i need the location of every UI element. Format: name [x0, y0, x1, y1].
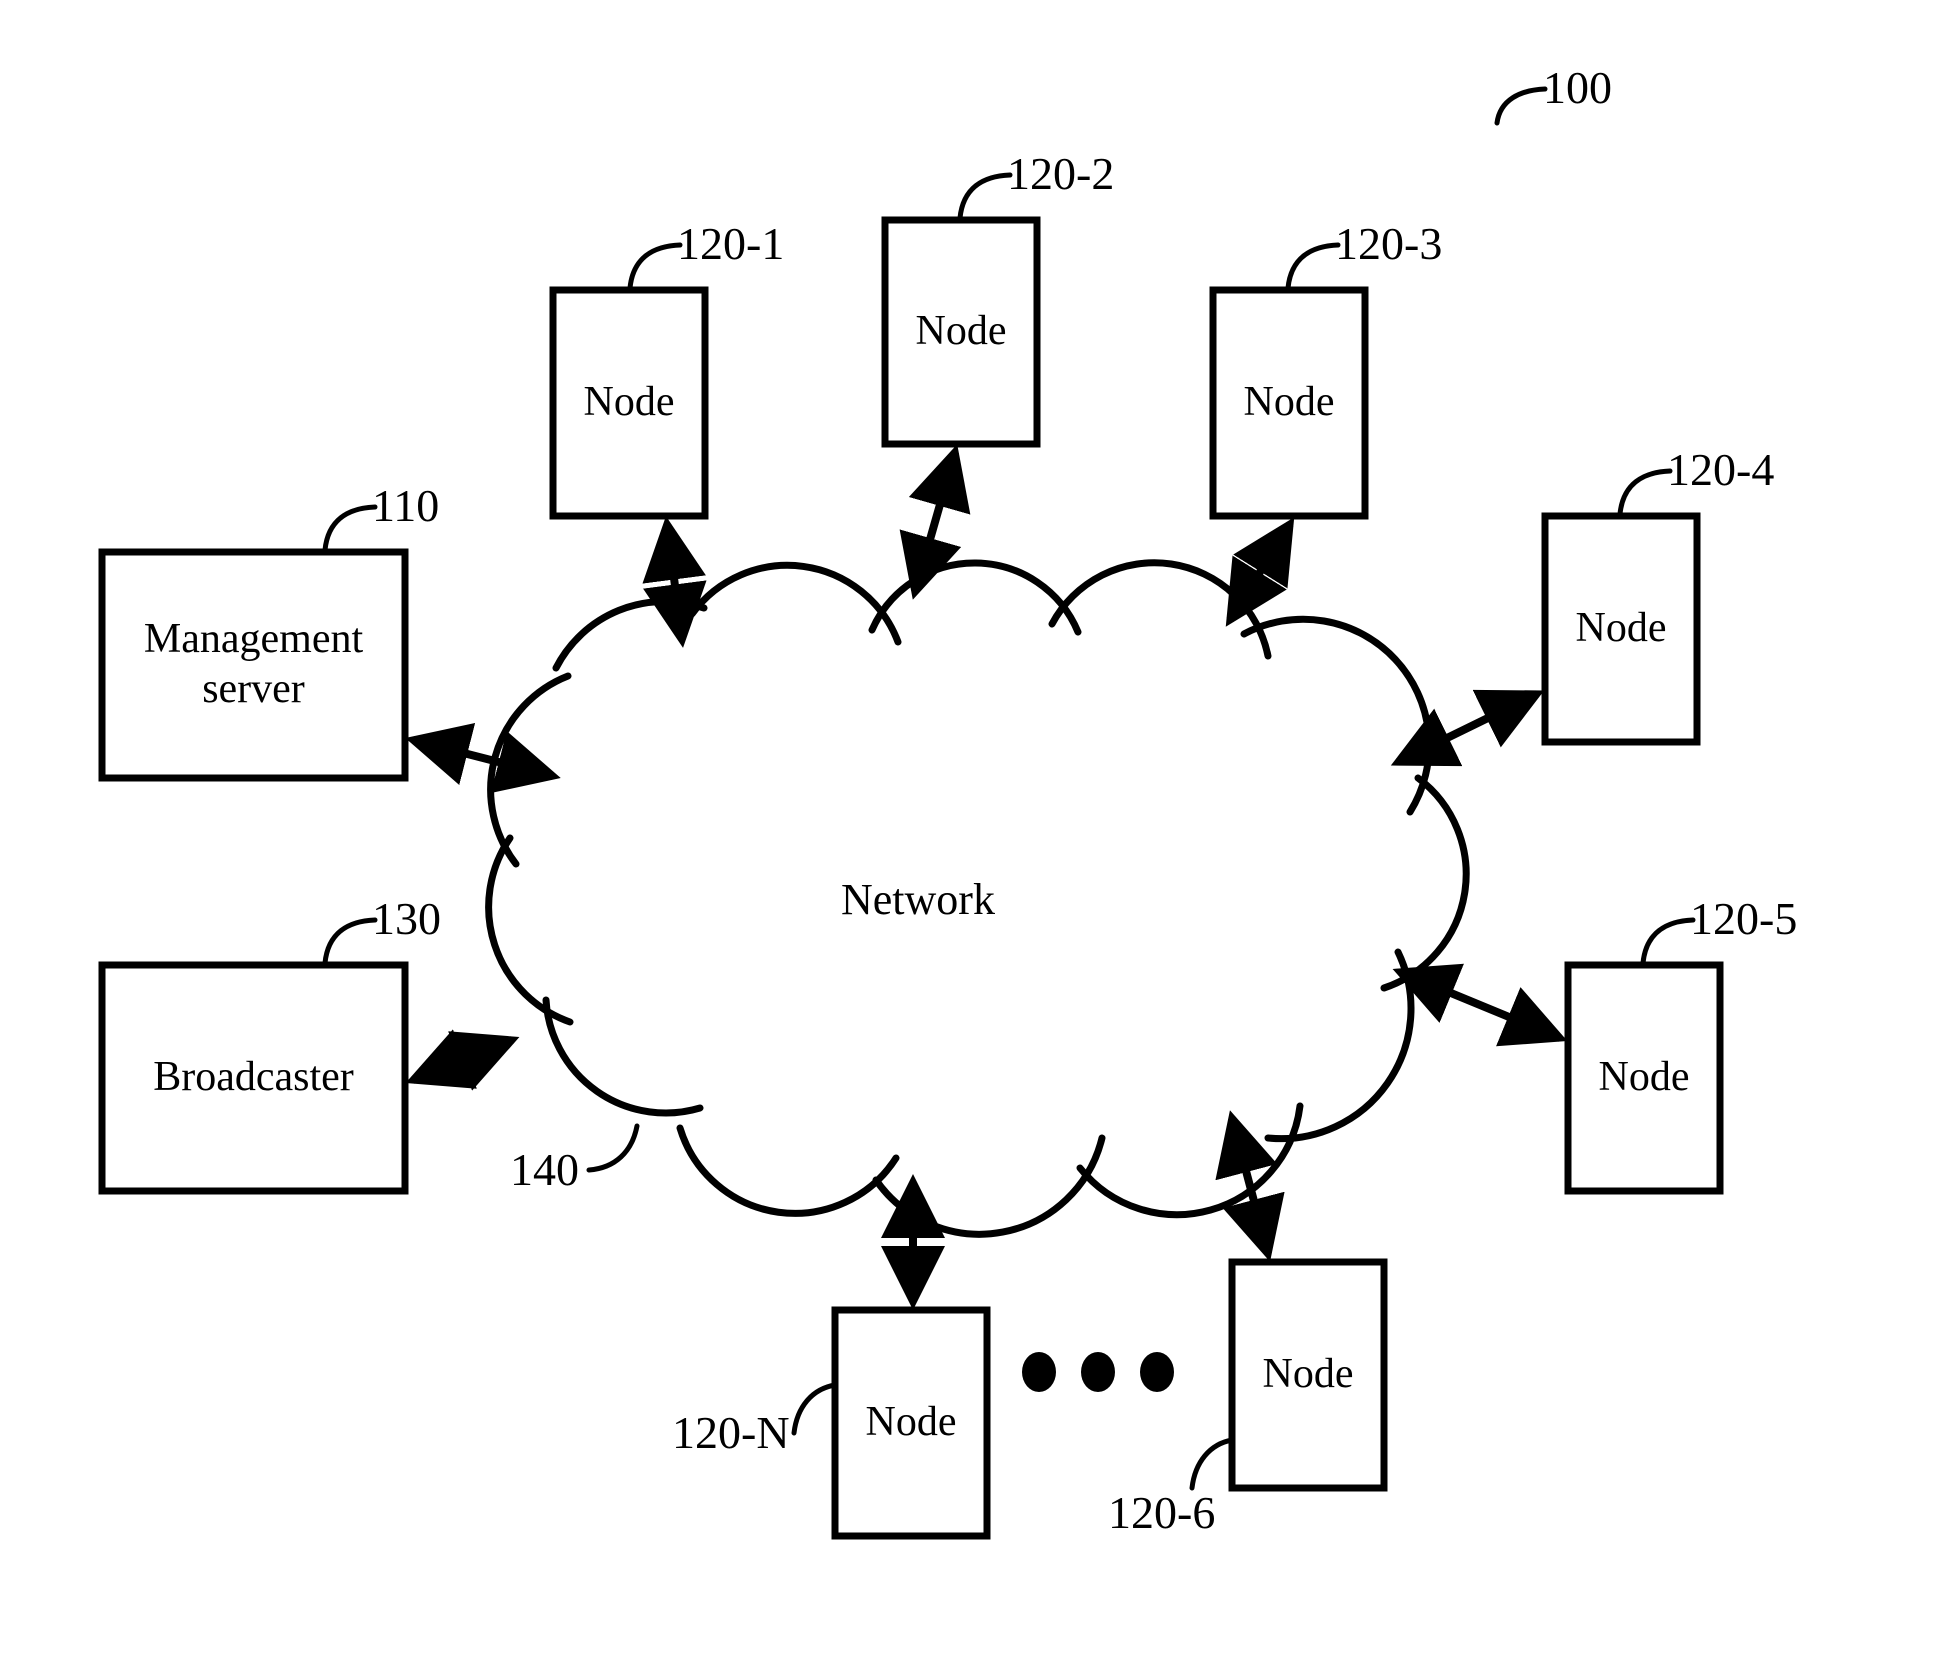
- leader-120-n: [791, 1382, 838, 1436]
- node-3-box[interactable]: [1209, 286, 1369, 520]
- reference-numeral-130: 130: [372, 893, 441, 944]
- leader-120-6: [1189, 1437, 1235, 1491]
- arrow-node-5-network: [1392, 963, 1568, 1047]
- ellipsis-dot: [1140, 1352, 1174, 1392]
- leader-120-4: [1617, 468, 1673, 517]
- node-1-box[interactable]: [549, 286, 709, 520]
- ellipsis-dots: [1022, 1352, 1174, 1392]
- ellipsis-dot: [1081, 1352, 1115, 1392]
- leader-140: [586, 1123, 640, 1173]
- ellipsis-dot: [1022, 1352, 1056, 1392]
- reference-numeral-140: 140: [510, 1144, 579, 1195]
- reference-numeral-120-n: 120-N: [672, 1407, 790, 1458]
- leader-130: [322, 917, 378, 966]
- reference-numeral-120-2: 120-2: [1007, 148, 1115, 199]
- leader-120-5: [1640, 917, 1696, 966]
- broadcaster-box[interactable]: [98, 961, 409, 1195]
- reference-numeral-120-5: 120-5: [1690, 893, 1798, 944]
- node-2-box[interactable]: [881, 216, 1041, 448]
- reference-numeral-120-4: 120-4: [1667, 444, 1775, 495]
- reference-numeral-110: 110: [372, 480, 440, 531]
- arrow-broadcaster-network: [405, 1029, 520, 1091]
- leader-120-3: [1285, 242, 1341, 291]
- node-5-box[interactable]: [1564, 961, 1724, 1195]
- leader-system-100: [1494, 86, 1548, 126]
- leader-120-2: [957, 172, 1013, 221]
- leader-120-1: [627, 242, 683, 291]
- diagram-canvas: [98, 86, 1724, 1540]
- leader-110: [322, 504, 378, 553]
- network-cloud-label: Network: [841, 875, 995, 924]
- reference-numeral-120-1: 120-1: [677, 218, 785, 269]
- patent-figure: Network Management server Broadcaster No…: [0, 0, 1944, 1662]
- reference-numeral-120-3: 120-3: [1335, 218, 1443, 269]
- reference-numeral-100: 100: [1543, 62, 1612, 113]
- management-server-box[interactable]: [98, 548, 409, 782]
- reference-numeral-120-6: 120-6: [1108, 1487, 1216, 1538]
- node-6-box[interactable]: [1228, 1258, 1388, 1492]
- node-n-box[interactable]: [831, 1306, 991, 1540]
- node-4-box[interactable]: [1541, 512, 1701, 746]
